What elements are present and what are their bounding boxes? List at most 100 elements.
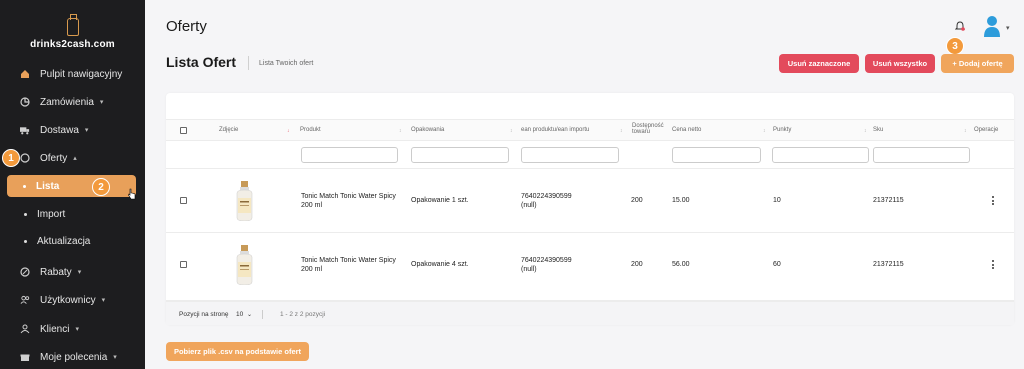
- sort-icon[interactable]: ↕: [510, 128, 513, 134]
- sidebar-item-label: Rabaty: [40, 266, 72, 278]
- sidebar-item-label: Klienci: [40, 323, 70, 335]
- sidebar-subitem-update[interactable]: Aktualizacja: [0, 230, 145, 252]
- bullet-icon: [24, 212, 27, 216]
- sidebar-item-delivery[interactable]: Dostawa ▾: [0, 116, 145, 144]
- sidebar-subitem-import[interactable]: Import: [0, 203, 145, 225]
- product-image: [236, 181, 253, 221]
- sort-icon[interactable]: ↕: [620, 128, 623, 134]
- column-header-stock[interactable]: Dostępność towaru: [632, 123, 670, 135]
- sidebar: drinks2cash.com Pulpit nawigacyjny Zamów…: [0, 0, 145, 369]
- row-menu-icon[interactable]: [992, 260, 995, 271]
- row-packaging: Opakowanie 4 szt.: [411, 261, 469, 268]
- sidebar-item-dashboard[interactable]: Pulpit nawigacyjny: [0, 60, 145, 88]
- sidebar-subitem-label: Aktualizacja: [37, 235, 91, 247]
- step-badge-3: 3: [946, 37, 964, 55]
- hand-cursor-icon: [128, 188, 136, 200]
- row-product: Tonic Match Tonic Water Spicy 200 ml: [301, 257, 396, 273]
- offers-table-card: Zdjęcie ↓ Produkt ↕ Opakowania ↕ ean pro…: [166, 93, 1014, 325]
- users-icon: [20, 295, 30, 305]
- row-ean-import: (null): [521, 266, 537, 273]
- user-avatar-icon[interactable]: [984, 15, 1000, 37]
- sidebar-subitem-label: Import: [37, 208, 66, 220]
- page-title: Lista Ofert: [166, 54, 237, 70]
- gift-icon: [20, 352, 30, 362]
- home-icon: [20, 69, 30, 79]
- filter-sku-input[interactable]: [873, 147, 970, 163]
- delete-selected-button[interactable]: Usuń zaznaczone: [779, 54, 859, 73]
- sidebar-item-label: Moje polecenia: [40, 351, 108, 363]
- step-badge-1: 1: [2, 149, 20, 167]
- sidebar-item-clients[interactable]: Klienci ▾: [0, 315, 145, 343]
- sidebar-item-label: Zamówienia: [40, 96, 94, 108]
- sort-icon[interactable]: ↕: [964, 128, 967, 134]
- sidebar-item-offers[interactable]: Oferty ▴: [0, 144, 145, 172]
- offers-icon: [20, 153, 30, 163]
- delete-all-button[interactable]: Usuń wszystko: [865, 54, 935, 73]
- table-row[interactable]: Tonic Match Tonic Water Spicy 200 ml Opa…: [166, 169, 1014, 233]
- select-all-checkbox[interactable]: [180, 127, 187, 134]
- download-csv-button[interactable]: Pobierz plik .csv na podstawie ofert: [166, 342, 309, 361]
- column-header-packaging[interactable]: Opakowania: [411, 127, 444, 133]
- table-header-row: Zdjęcie ↓ Produkt ↕ Opakowania ↕ ean pro…: [166, 119, 1014, 141]
- chevron-down-icon: ▾: [101, 297, 106, 304]
- footer-divider: [262, 310, 263, 319]
- row-ean: 7640224390599: [521, 257, 572, 264]
- row-packaging: Opakowanie 1 szt.: [411, 197, 469, 204]
- sort-active-icon[interactable]: ↓: [287, 128, 290, 134]
- filter-ean-input[interactable]: [521, 147, 619, 163]
- table-row[interactable]: Tonic Match Tonic Water Spicy 200 ml Opa…: [166, 233, 1014, 301]
- chevron-down-icon[interactable]: ⌄: [247, 311, 252, 318]
- sidebar-subitem-lista[interactable]: Lista: [7, 175, 136, 197]
- step-badge-2: 2: [92, 178, 110, 196]
- column-header-photo: Zdjęcie: [219, 127, 239, 133]
- row-checkbox[interactable]: [180, 197, 187, 204]
- sort-icon[interactable]: ↕: [763, 128, 766, 134]
- sidebar-item-referrals[interactable]: Moje polecenia ▾: [0, 343, 145, 369]
- column-header-sku[interactable]: Sku: [873, 127, 883, 133]
- filter-packaging-input[interactable]: [411, 147, 509, 163]
- row-ean-import: (null): [521, 202, 537, 209]
- row-checkbox[interactable]: [180, 261, 187, 268]
- page-subtitle: Lista Twoich ofert: [259, 60, 314, 67]
- column-header-points[interactable]: Punkty: [773, 127, 791, 133]
- per-page-select[interactable]: 10: [236, 311, 243, 318]
- row-stock: 200: [631, 197, 643, 204]
- bullet-icon: [23, 184, 26, 188]
- row-stock: 200: [631, 261, 643, 268]
- filter-points-input[interactable]: [772, 147, 869, 163]
- column-header-operations: Operacje: [974, 127, 999, 133]
- chevron-down-icon: ▾: [99, 99, 104, 106]
- sidebar-item-label: Dostawa: [40, 124, 79, 136]
- column-header-product[interactable]: Produkt: [300, 127, 321, 133]
- sort-icon[interactable]: ↕: [399, 128, 402, 134]
- add-offer-button[interactable]: + Dodaj ofertę: [941, 54, 1014, 73]
- filter-price-input[interactable]: [672, 147, 761, 163]
- per-page-label: Pozycji na stronę: [179, 311, 229, 318]
- chevron-up-icon: ▴: [73, 155, 77, 162]
- row-points: 10: [773, 197, 781, 204]
- column-header-price[interactable]: Cena netto: [672, 127, 701, 133]
- bullet-icon: [24, 239, 27, 243]
- discount-icon: [20, 267, 30, 277]
- chevron-down-icon: ▾: [77, 269, 82, 276]
- notification-bell-icon[interactable]: [955, 21, 965, 32]
- sidebar-item-orders[interactable]: Zamówienia ▾: [0, 88, 145, 116]
- pagination-range: 1 - 2 z 2 pozycji: [280, 311, 326, 318]
- chevron-down-icon[interactable]: ▾: [1006, 24, 1010, 32]
- row-price: 15.00: [672, 197, 690, 204]
- row-sku: 21372115: [873, 261, 904, 268]
- logo[interactable]: drinks2cash.com: [0, 14, 145, 50]
- row-menu-icon[interactable]: [992, 196, 995, 207]
- row-product: Tonic Match Tonic Water Spicy 200 ml: [301, 193, 396, 209]
- page-header-title: Oferty: [166, 18, 207, 35]
- sidebar-item-users[interactable]: Użytkownicy ▾: [0, 286, 145, 314]
- sidebar-item-label: Oferty: [40, 152, 68, 164]
- column-header-ean[interactable]: ean produktu/ean importu: [521, 127, 589, 133]
- sidebar-item-label: Pulpit nawigacyjny: [40, 68, 123, 80]
- filter-product-input[interactable]: [301, 147, 398, 163]
- truck-icon: [20, 125, 30, 135]
- sidebar-item-discounts[interactable]: Rabaty ▾: [0, 258, 145, 286]
- chevron-down-icon: ▾: [75, 326, 79, 333]
- sort-icon[interactable]: ↕: [864, 128, 867, 134]
- row-points: 60: [773, 261, 781, 268]
